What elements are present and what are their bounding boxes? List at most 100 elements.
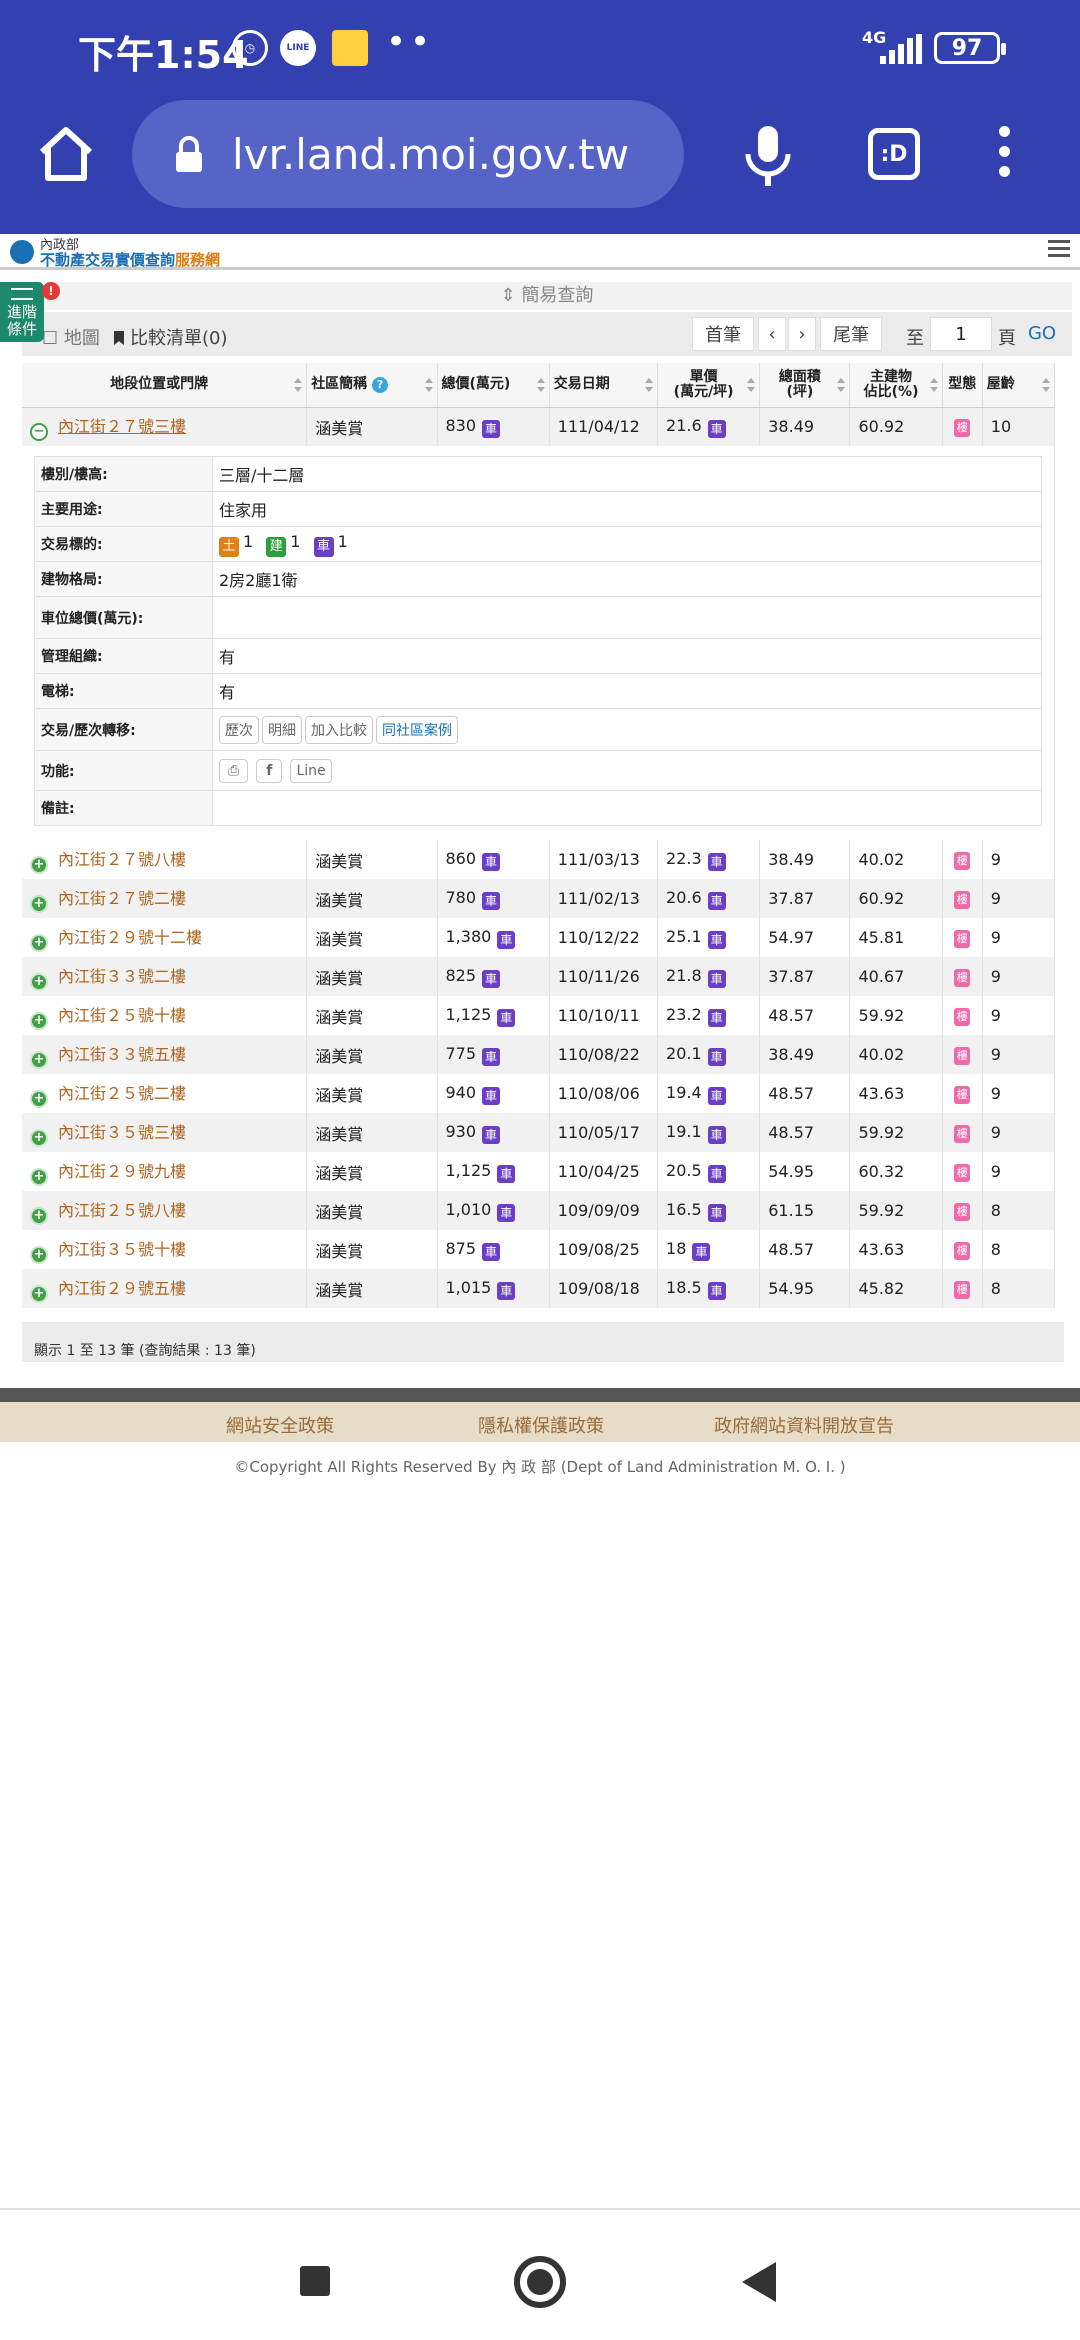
table-row[interactable]: + 內江街２７號二樓 涵美賞 780 車 111/02/13 20.6 車 37.87 60.92… [22,879,1056,918]
more-options-icon[interactable] [992,126,1016,186]
expand-icon[interactable]: + [30,1245,48,1264]
add-compare-button[interactable]: 加入比較 [305,715,373,744]
alarm-icon: ◷ [232,30,268,66]
address-cell[interactable]: + 內江街２９號五樓 [22,1269,308,1308]
col-main-ratio[interactable]: 主建物 佔比(%) [849,363,943,408]
address-cell[interactable]: + 內江街２５號十樓 [22,996,308,1035]
address-cell[interactable]: + 內江街２７號八樓 [22,840,308,879]
home-icon[interactable] [36,124,96,184]
table-row[interactable]: + 內江街２５號十樓 涵美賞 1,125 車 110/10/11 23.2 車 48.57 59.… [22,996,1056,1035]
community-cell: 涵美賞 [306,879,438,918]
expand-icon[interactable]: + [30,894,48,913]
history-button[interactable]: 歷次 [219,715,259,744]
detail-button[interactable]: 明細 [262,715,302,744]
prev-page-button[interactable]: ‹ [758,317,786,351]
table-row[interactable]: + 內江街３５號十樓 涵美賞 875 車 109/08/25 18 車 48.57 43.63 樓 8 [22,1230,1056,1269]
map-link[interactable]: ☐ 地圖 [42,324,100,350]
price-text: 1,380 [445,926,492,946]
tab-switcher-button[interactable]: :D [868,128,920,180]
col-address[interactable]: 地段位置或門牌 [22,363,308,408]
parking-badge: 車 [482,1125,501,1144]
table-row[interactable]: + 內江街２７號八樓 涵美賞 860 車 111/03/13 22.3 車 38.49 40.02… [22,840,1056,879]
table-row[interactable]: + 內江街２９號九樓 涵美賞 1,125 車 110/04/25 20.5 車 54.95 60.… [22,1152,1056,1191]
table-row[interactable]: + 內江街２５號八樓 涵美賞 1,010 車 109/09/09 16.5 車 61.15 59.… [22,1191,1056,1230]
date-cell: 110/08/06 [549,1074,659,1113]
home-button[interactable] [514,2256,566,2308]
community-cell: 涵美賞 [306,1113,438,1152]
table-row[interactable]: + 內江街３３號二樓 涵美賞 825 車 110/11/26 21.8 車 37.87 40.67… [22,957,1056,996]
expand-icon[interactable]: + [30,1089,48,1108]
last-page-button[interactable]: 尾筆 [820,317,882,351]
building-type-badge: 樓 [954,969,971,987]
col-area[interactable]: 總面積 (坪) [759,363,851,408]
address-cell[interactable]: + 內江街２７號二樓 [22,879,308,918]
table-row-expanded[interactable]: − 內江街２７號三樓 涵美賞 830 車 111/04/12 21.6 車 38.49… [22,407,1056,446]
go-button[interactable]: GO [1022,317,1062,351]
open-data-link[interactable]: 政府網站資料開放宣告 [714,1412,894,1438]
same-community-button[interactable]: 同社區案例 [376,715,458,744]
page-label: 頁 [998,328,1016,349]
table-row[interactable]: + 內江街３５號三樓 涵美賞 930 車 110/05/17 19.1 車 48.57 59.92… [22,1113,1056,1152]
compare-list-link[interactable]: 比較清單(0) [114,324,228,350]
area-cell: 38.49 [759,1035,851,1074]
address-cell[interactable]: + 內江街２９號十二樓 [22,918,308,957]
col-label: 型態 [948,376,977,393]
expand-icon[interactable]: + [30,1011,48,1030]
back-button[interactable] [742,2262,776,2302]
table-row[interactable]: + 內江街３３號五樓 涵美賞 775 車 110/08/22 20.1 車 38.49 40.02… [22,1035,1056,1074]
menu-icon[interactable] [1048,240,1070,260]
community-cell: 涵美賞 [306,1269,438,1308]
expand-icon[interactable]: + [30,1167,48,1186]
security-policy-link[interactable]: 網站安全政策 [226,1412,334,1438]
print-icon[interactable]: ⎙ [219,758,249,783]
col-type[interactable]: 型態 [942,363,983,408]
address-cell[interactable]: + 內江街３３號二樓 [22,957,308,996]
address-cell[interactable]: + 內江街２５號八樓 [22,1191,308,1230]
col-community[interactable]: 社區簡稱 ? [306,363,438,408]
collapse-icon[interactable]: − [30,422,48,441]
unit-text: 19.1 [666,1121,702,1141]
site-title[interactable]: 不動產交易實價查詢服務網 [40,249,220,270]
expand-icon[interactable]: + [30,1128,48,1147]
col-age[interactable]: 屋齡 [982,363,1056,408]
help-icon[interactable]: ? [372,376,389,393]
simple-query-toggle[interactable]: ⇕ 簡易查詢 [22,282,1072,310]
facebook-icon[interactable]: f [256,758,283,783]
expand-icon[interactable]: + [30,1050,48,1069]
detail-label: 管理組織: [34,638,213,674]
address-bar[interactable]: lvr.land.moi.gov.tw [132,100,684,208]
address-cell[interactable]: + 內江街２９號九樓 [22,1152,308,1191]
address-cell[interactable]: + 內江街３３號五樓 [22,1035,308,1074]
next-page-button[interactable]: › [788,317,816,351]
advanced-search-button[interactable]: 進階條件 [0,282,44,342]
unit-price-cell: 22.3 車 [657,840,761,879]
table-row[interactable]: + 內江街２９號五樓 涵美賞 1,015 車 109/08/18 18.5 車 54.95 45.… [22,1269,1056,1308]
results-table: 地段位置或門牌 社區簡稱 ? 總價(萬元) 交易日期 單價 (萬元/坪) 總面積… [22,363,1056,1308]
col-price[interactable]: 總價(萬元) [437,363,550,408]
building-type-badge: 樓 [954,1125,971,1143]
microphone-icon[interactable] [740,124,796,188]
expand-icon[interactable]: + [30,972,48,991]
address-cell[interactable]: + 內江街３５號三樓 [22,1113,308,1152]
table-row[interactable]: + 內江街２９號十二樓 涵美賞 1,380 車 110/12/22 25.1 車 54.97 45… [22,918,1056,957]
expand-icon[interactable]: + [30,1206,48,1225]
parking-badge: 車 [482,1047,501,1066]
unit-price-cell: 19.4 車 [657,1074,761,1113]
parking-badge: 車 [707,1164,726,1183]
address-cell[interactable]: + 內江街３５號十樓 [22,1230,308,1269]
first-page-button[interactable]: 首筆 [692,317,754,351]
recents-button[interactable] [300,2266,330,2296]
address-cell[interactable]: − 內江街２７號三樓 [22,407,308,446]
privacy-policy-link[interactable]: 隱私權保護政策 [478,1412,604,1438]
table-row[interactable]: + 內江街２５號二樓 涵美賞 940 車 110/08/06 19.4 車 48.57 43.63… [22,1074,1056,1113]
page-input[interactable]: 1 [930,317,992,351]
community-cell: 涵美賞 [306,1230,438,1269]
address-cell[interactable]: + 內江街２５號二樓 [22,1074,308,1113]
col-unit-price[interactable]: 單價 (萬元/坪) [657,363,761,408]
expand-icon[interactable]: + [30,1284,48,1303]
line-share-button[interactable]: Line [290,758,332,783]
expand-icon[interactable]: + [30,933,48,952]
expand-icon[interactable]: + [30,855,48,874]
col-date[interactable]: 交易日期 [549,363,659,408]
type-cell: 樓 [942,1035,983,1074]
